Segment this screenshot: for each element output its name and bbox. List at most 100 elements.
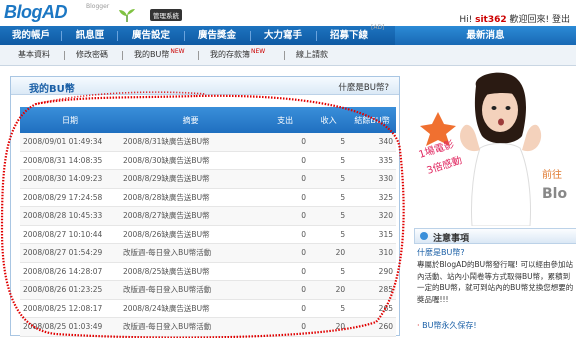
cell-date: 2008/08/27 01:54:29: [20, 243, 120, 263]
nav-divider: [316, 31, 317, 41]
nav-ad-settings[interactable]: 廣告設定: [124, 26, 178, 45]
nav-my-account[interactable]: 我的帳戶: [6, 26, 56, 45]
cell-date: 2008/08/29 17:24:58: [20, 188, 120, 207]
nav-divider: [117, 31, 118, 41]
cell-expense: 0: [261, 169, 310, 189]
nav-inbox[interactable]: 訊息匣: [68, 26, 112, 45]
notice-title: 注意事項: [433, 234, 470, 244]
promo-brand: Blo: [542, 186, 567, 202]
cell-balance: 315: [348, 225, 396, 244]
table-row: 2008/08/29 17:24:58 2008/8/28缺廣告送BU幣 0 5 325: [20, 188, 396, 207]
cell-balance: 320: [348, 206, 396, 226]
notice-footer: · BU幣永久保存!: [417, 320, 477, 331]
cell-expense: 0: [261, 317, 310, 337]
subnav-basic-info[interactable]: 基本資料: [18, 45, 50, 65]
cell-summary: 2008/8/29缺廣告送BU幣: [119, 169, 262, 189]
cell-balance: 290: [348, 262, 396, 281]
subnav-label: 基本資料: [18, 50, 50, 59]
logout-link[interactable]: 登出: [552, 15, 570, 25]
cell-income: 5: [309, 188, 349, 207]
cell-income: 5: [309, 225, 349, 244]
subnav-divider: [122, 51, 123, 60]
table-row: 2008/08/30 14:09:23 2008/8/29缺廣告送BU幣 0 5 330: [20, 169, 396, 189]
bu-coin-panel: 我的BU幣 什麼是BU幣? 日期 摘要 支出 收入 結餘BU幣 2008/09/…: [10, 76, 400, 337]
col-expense: 支出: [261, 107, 310, 133]
table-row: 2008/08/27 01:54:29 改版週-每日登入BU幣活動 0 20 310: [20, 243, 396, 263]
subnav-divider: [198, 51, 199, 60]
cell-date: 2008/08/25 01:03:49: [20, 317, 120, 337]
main-nav: 我的帳戶 訊息匣 廣告設定 廣告獎金 大力寫手 招募下線 最新消息: [0, 26, 576, 45]
col-income: 收入: [309, 107, 349, 133]
cell-balance: 340: [348, 133, 396, 152]
cell-income: 5: [309, 133, 349, 152]
new-badge: NEW: [170, 48, 185, 55]
username[interactable]: sit362: [475, 15, 507, 25]
table-row: 2008/08/31 14:08:35 2008/8/30缺廣告送BU幣 0 5 335: [20, 151, 396, 170]
cell-balance: 335: [348, 151, 396, 170]
nav-latest-news[interactable]: 最新消息: [395, 26, 576, 45]
table-row: 2008/08/25 12:08:17 2008/8/24缺廣告送BU幣 0 5 265: [20, 299, 396, 318]
cell-summary: 2008/8/31缺廣告送BU幣: [119, 133, 262, 152]
cell-summary: 2008/8/30缺廣告送BU幣: [119, 151, 262, 170]
nav-ad-bonus[interactable]: 廣告獎金: [190, 26, 244, 45]
cell-income: 20: [309, 243, 349, 263]
subnav-change-password[interactable]: 修改密碼: [76, 45, 108, 65]
panel-header: 我的BU幣 什麼是BU幣?: [11, 77, 399, 95]
sub-nav: 基本資料 修改密碼 我的BU幣NEW 我的存款簿NEW 線上請款: [0, 45, 576, 66]
panel-title: 我的BU幣: [29, 84, 75, 95]
cell-expense: 0: [261, 151, 310, 170]
col-balance: 結餘BU幣: [348, 107, 396, 133]
table-row: 2008/09/01 01:49:34 2008/8/31缺廣告送BU幣 0 5 340: [20, 133, 396, 152]
cell-expense: 0: [261, 133, 310, 152]
ad-tag: [AD]: [371, 24, 385, 31]
cell-income: 5: [309, 169, 349, 189]
cell-summary: 2008/8/26缺廣告送BU幣: [119, 225, 262, 244]
notice-header: 注意事項: [414, 228, 576, 244]
cell-balance: 265: [348, 299, 396, 318]
welcome-text: 歡迎回來!: [509, 15, 550, 25]
cell-summary: 改版週-每日登入BU幣活動: [119, 317, 262, 337]
cell-date: 2008/08/26 01:23:25: [20, 280, 120, 300]
subnav-my-passbook[interactable]: 我的存款簿NEW: [210, 45, 265, 65]
cell-expense: 0: [261, 206, 310, 226]
bu-coin-table: 日期 摘要 支出 收入 結餘BU幣 2008/09/01 01:49:34 200…: [20, 107, 396, 337]
promo-model-illustration[interactable]: 1場電影 3倍感動 前往 Blo: [414, 66, 576, 226]
cell-summary: 2008/8/24缺廣告送BU幣: [119, 299, 262, 318]
cell-balance: 330: [348, 169, 396, 189]
subnav-label: 修改密碼: [76, 50, 108, 59]
subnav-label: 我的存款簿: [210, 50, 250, 59]
table-row: 2008/08/27 10:10:44 2008/8/26缺廣告送BU幣 0 5 315: [20, 225, 396, 244]
cell-expense: 0: [261, 188, 310, 207]
cell-income: 5: [309, 299, 349, 318]
nav-power-writer[interactable]: 大力寫手: [256, 26, 310, 45]
blogad-logo[interactable]: BlogAD: [4, 2, 68, 23]
cell-summary: 2008/8/27缺廣告送BU幣: [119, 206, 262, 226]
table-row: 2008/08/26 14:28:07 2008/8/25缺廣告送BU幣 0 5 290: [20, 262, 396, 281]
cell-date: 2008/08/30 14:09:23: [20, 169, 120, 189]
notice-question: 什麼是BU幣?: [417, 248, 465, 257]
cell-summary: 改版週-每日登入BU幣活動: [119, 243, 262, 263]
cell-summary: 2008/8/28缺廣告送BU幣: [119, 188, 262, 207]
col-summary: 摘要: [119, 107, 262, 133]
cell-balance: 260: [348, 317, 396, 337]
notice-footer-text: BU幣永久保存!: [422, 321, 477, 330]
cell-summary: 改版週-每日登入BU幣活動: [119, 280, 262, 300]
cell-income: 20: [309, 317, 349, 337]
cell-date: 2008/09/01 01:49:34: [20, 133, 120, 152]
nav-divider: [61, 31, 62, 41]
subnav-online-claim[interactable]: 線上請款: [296, 45, 328, 65]
cell-balance: 285: [348, 280, 396, 300]
table-row: 2008/08/28 10:45:33 2008/8/27缺廣告送BU幣 0 5 320: [20, 206, 396, 226]
cell-expense: 0: [261, 280, 310, 300]
nav-recruit[interactable]: 招募下線: [322, 26, 376, 45]
user-bar: Hi! sit362 歡迎回來! 登出: [459, 12, 570, 25]
cell-date: 2008/08/25 12:08:17: [20, 299, 120, 318]
subnav-my-bu-coins[interactable]: 我的BU幣NEW: [134, 45, 185, 65]
col-date: 日期: [20, 107, 120, 133]
cell-income: 5: [309, 262, 349, 281]
table-row: 2008/08/26 01:23:25 改版週-每日登入BU幣活動 0 20 285: [20, 280, 396, 300]
cell-date: 2008/08/28 10:45:33: [20, 206, 120, 226]
cell-date: 2008/08/26 14:28:07: [20, 262, 120, 281]
info-icon: [420, 232, 428, 240]
what-is-bu-link[interactable]: 什麼是BU幣?: [338, 81, 389, 93]
